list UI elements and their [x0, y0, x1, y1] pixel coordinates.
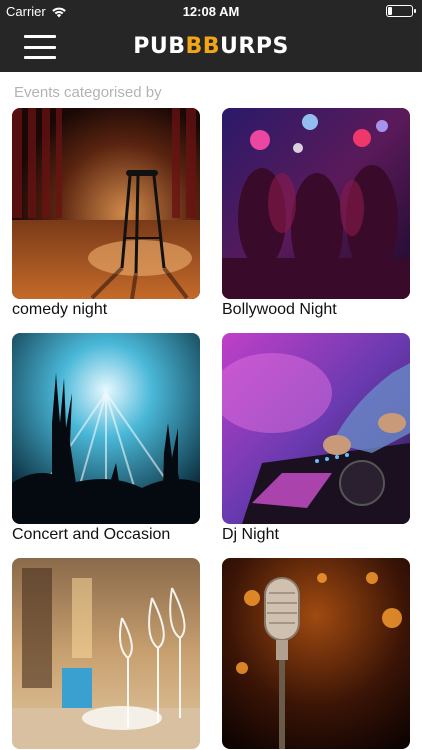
category-card-comedy-night[interactable]: comedy night — [12, 108, 200, 319]
category-image-bollywood-night — [222, 108, 410, 299]
category-image-dining — [12, 558, 200, 749]
logo-text-accent: BB — [185, 34, 221, 59]
battery-icon — [386, 5, 416, 17]
category-card-dj-night[interactable]: Dj Night — [222, 333, 410, 544]
category-card-microphone[interactable] — [222, 558, 410, 750]
category-card-concert-and-occasion[interactable]: Concert and Occasion — [12, 333, 200, 544]
app-logo: PUBBBURPS — [0, 34, 422, 59]
nav-bar: PUBBBURPS — [0, 22, 422, 72]
status-time: 12:08 AM — [182, 4, 240, 19]
category-card-dining[interactable] — [12, 558, 200, 750]
status-bar: Carrier 12:08 AM — [0, 0, 422, 22]
category-label: Bollywood Night — [222, 301, 337, 318]
category-label: Concert and Occasion — [12, 526, 171, 543]
logo-text-end: URPS — [220, 34, 289, 59]
category-image-comedy-night — [12, 108, 200, 299]
logo-text-start: PUB — [133, 34, 186, 59]
category-label: Dj Night — [222, 526, 279, 543]
category-image-dj-night — [222, 333, 410, 524]
category-image-microphone — [222, 558, 410, 749]
category-card-bollywood-night[interactable]: Bollywood Night — [222, 108, 410, 319]
category-label: comedy night — [12, 301, 108, 318]
category-image-concert-and-occasion — [12, 333, 200, 524]
section-title: Events categorised by — [14, 84, 162, 101]
